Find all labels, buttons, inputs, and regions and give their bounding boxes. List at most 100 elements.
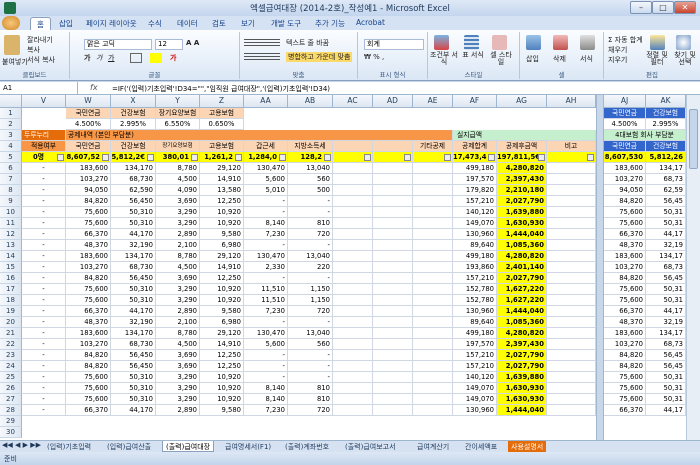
data-cell[interactable] xyxy=(373,339,413,350)
data-cell[interactable] xyxy=(333,328,373,339)
data-cell[interactable]: - xyxy=(288,317,333,328)
column-header[interactable]: W xyxy=(66,95,111,108)
data-cell[interactable]: - xyxy=(22,251,66,262)
format-cells-button[interactable]: 서식 xyxy=(580,54,593,64)
data-cell[interactable]: 810 xyxy=(288,394,333,405)
data-cell[interactable]: 66,370 xyxy=(66,405,111,416)
data-cell[interactable]: 75,600 xyxy=(604,383,646,394)
data-cell[interactable]: 183,600 xyxy=(604,163,646,174)
data-cell[interactable] xyxy=(373,317,413,328)
data-cell[interactable]: - xyxy=(22,207,66,218)
data-cell[interactable]: 4,500 xyxy=(156,339,200,350)
cell-style-icon[interactable] xyxy=(492,35,507,50)
filter-dropdown-icon[interactable] xyxy=(191,154,198,161)
row-header[interactable]: 3 xyxy=(0,130,22,141)
data-cell[interactable]: 1,639,880 xyxy=(497,372,547,383)
data-cell[interactable]: 56,45 xyxy=(646,361,686,372)
close-button[interactable]: ✕ xyxy=(674,1,696,14)
data-cell[interactable]: 3,290 xyxy=(156,383,200,394)
data-cell[interactable]: 130,960 xyxy=(453,306,497,317)
data-cell[interactable] xyxy=(547,339,596,350)
row-header[interactable]: 17 xyxy=(0,284,22,295)
data-cell[interactable]: 14,910 xyxy=(200,262,244,273)
data-cell[interactable]: 50,31 xyxy=(646,284,686,295)
data-cell[interactable]: 68,730 xyxy=(111,339,156,350)
data-cell[interactable]: 130,960 xyxy=(453,405,497,416)
data-cell[interactable]: 6,980 xyxy=(200,240,244,251)
data-cell[interactable]: 75,600 xyxy=(604,372,646,383)
data-cell[interactable]: 4,280,820 xyxy=(497,251,547,262)
data-cell[interactable] xyxy=(547,229,596,240)
data-cell[interactable]: 66,370 xyxy=(604,229,646,240)
row-header[interactable]: 22 xyxy=(0,339,22,350)
data-cell[interactable] xyxy=(373,405,413,416)
data-cell[interactable]: 12,250 xyxy=(200,350,244,361)
column-header[interactable]: AF xyxy=(453,95,497,108)
data-cell[interactable]: 2,890 xyxy=(156,405,200,416)
data-cell[interactable]: 75,600 xyxy=(604,394,646,405)
data-cell[interactable] xyxy=(413,372,453,383)
data-cell[interactable]: - xyxy=(22,361,66,372)
conditional-format-button[interactable]: 조건부 서식 xyxy=(430,52,458,66)
data-cell[interactable]: 7,230 xyxy=(244,229,288,240)
data-cell[interactable]: 1,085,360 xyxy=(497,317,547,328)
data-cell[interactable] xyxy=(413,163,453,174)
data-cell[interactable] xyxy=(373,383,413,394)
data-cell[interactable]: 48,370 xyxy=(66,317,111,328)
data-cell[interactable] xyxy=(413,218,453,229)
font-size-combo[interactable]: 12 xyxy=(155,39,183,50)
data-cell[interactable]: 84,820 xyxy=(66,196,111,207)
data-cell[interactable] xyxy=(333,372,373,383)
data-cell[interactable] xyxy=(373,218,413,229)
clear-button[interactable]: 지우기 xyxy=(608,55,627,65)
sheet-tab-output-ledger[interactable]: (출력)급여대장 xyxy=(162,441,215,452)
insert-cells-button[interactable]: 삽입 xyxy=(526,54,539,64)
maximize-button[interactable]: □ xyxy=(652,1,674,14)
fx-icon[interactable]: fx xyxy=(90,83,98,92)
row-header[interactable]: 6 xyxy=(0,163,22,174)
data-cell[interactable]: 44,170 xyxy=(111,306,156,317)
data-cell[interactable]: 1,444,040 xyxy=(497,405,547,416)
data-cell[interactable] xyxy=(333,251,373,262)
data-cell[interactable]: 140,120 xyxy=(453,207,497,218)
data-cell[interactable]: 499,180 xyxy=(453,251,497,262)
format-cells-icon[interactable] xyxy=(580,35,595,50)
data-cell[interactable] xyxy=(547,328,596,339)
data-cell[interactable]: 560 xyxy=(288,339,333,350)
tab-formulas[interactable]: 수식 xyxy=(142,17,168,30)
data-cell[interactable]: 103,270 xyxy=(604,262,646,273)
data-cell[interactable]: 1,627,220 xyxy=(497,295,547,306)
data-cell[interactable]: 134,170 xyxy=(111,328,156,339)
tab-page-layout[interactable]: 페이지 레이아웃 xyxy=(80,17,143,30)
data-cell[interactable] xyxy=(413,383,453,394)
row-header[interactable]: 20 xyxy=(0,317,22,328)
data-cell[interactable] xyxy=(333,218,373,229)
worksheet-grid[interactable]: V W X Y Z AA AB AC AD AE AF AG AH AJ AK 1 2 3 4 5 6 7 8 9 10 11 12… xyxy=(0,95,700,440)
data-cell[interactable] xyxy=(333,185,373,196)
data-cell[interactable] xyxy=(547,262,596,273)
data-cell[interactable]: 84,820 xyxy=(604,196,646,207)
data-cell[interactable]: 14,910 xyxy=(200,174,244,185)
data-cell[interactable]: 1,150 xyxy=(288,284,333,295)
data-cell[interactable]: 140,120 xyxy=(453,372,497,383)
column-header[interactable]: AC xyxy=(333,95,373,108)
data-cell[interactable]: - xyxy=(244,372,288,383)
data-cell[interactable]: 50,31 xyxy=(646,394,686,405)
data-cell[interactable]: 62,59 xyxy=(646,185,686,196)
data-cell[interactable]: 499,180 xyxy=(453,163,497,174)
data-cell[interactable]: 44,170 xyxy=(111,405,156,416)
data-cell[interactable]: 3,290 xyxy=(156,372,200,383)
data-cell[interactable]: 66,370 xyxy=(604,306,646,317)
data-cell[interactable]: 11,510 xyxy=(244,284,288,295)
data-cell[interactable] xyxy=(547,405,596,416)
data-cell[interactable]: - xyxy=(22,163,66,174)
data-cell[interactable] xyxy=(333,196,373,207)
data-cell[interactable] xyxy=(333,317,373,328)
data-cell[interactable]: 44,17 xyxy=(646,229,686,240)
data-cell[interactable]: 29,120 xyxy=(200,163,244,174)
data-cell[interactable]: - xyxy=(22,350,66,361)
data-cell[interactable]: 134,17 xyxy=(646,163,686,174)
data-cell[interactable]: 183,600 xyxy=(66,163,111,174)
data-cell[interactable]: 13,040 xyxy=(288,163,333,174)
data-cell[interactable]: 56,450 xyxy=(111,361,156,372)
